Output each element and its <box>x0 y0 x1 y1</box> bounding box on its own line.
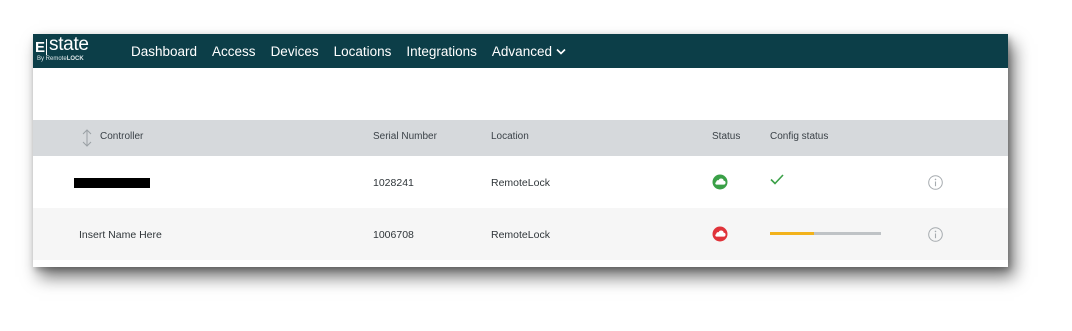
header-config-status: Config status <box>770 131 829 142</box>
header-status: Status <box>712 131 741 142</box>
info-icon[interactable] <box>928 227 943 242</box>
cloud-offline-icon <box>712 226 728 242</box>
logo-by-brand: LOCK <box>66 56 84 62</box>
logo-byline: By RemoteLOCK <box>37 56 84 63</box>
table-row[interactable]: 1028241 RemoteLock <box>33 156 1008 208</box>
nav-menu: Dashboard Access Devices Locations Integ… <box>131 44 581 59</box>
redacted-controller-name <box>74 178 150 188</box>
config-progress-bar <box>770 232 881 235</box>
header-serial-number: Serial Number <box>373 131 437 142</box>
controller-name-cell[interactable]: Insert Name Here <box>79 229 162 241</box>
chevron-down-icon <box>556 48 566 55</box>
app-window: E state By RemoteLOCK Dashboard Access D… <box>33 34 1008 267</box>
header-controller[interactable]: Controller <box>100 131 143 142</box>
nav-item-dashboard[interactable]: Dashboard <box>131 44 197 59</box>
table-row[interactable]: Insert Name Here 1006708 RemoteLock <box>33 208 1008 260</box>
nav-item-access[interactable]: Access <box>212 44 256 59</box>
location-cell: RemoteLock <box>491 229 550 241</box>
header-location: Location <box>491 131 529 142</box>
nav-item-advanced[interactable]: Advanced <box>492 44 566 59</box>
serial-number-cell: 1028241 <box>373 177 414 189</box>
nav-item-locations[interactable]: Locations <box>334 44 392 59</box>
cloud-online-icon <box>712 174 728 190</box>
logo-by-prefix: By Remote <box>37 56 67 62</box>
location-cell: RemoteLock <box>491 177 550 189</box>
table-header: Controller Serial Number Location Status… <box>33 120 1008 156</box>
config-progress-fill <box>770 232 815 235</box>
nav-item-advanced-label: Advanced <box>491 43 552 59</box>
logo-letter: E <box>35 39 46 56</box>
top-nav: E state By RemoteLOCK Dashboard Access D… <box>33 34 1008 68</box>
nav-item-devices[interactable]: Devices <box>271 44 319 59</box>
logo-divider <box>46 39 47 55</box>
serial-number-cell: 1006708 <box>373 229 414 241</box>
estate-logo[interactable]: E state By RemoteLOCK <box>33 34 123 68</box>
check-icon <box>770 174 784 185</box>
nav-item-integrations[interactable]: Integrations <box>406 44 477 59</box>
logo-name: state <box>49 34 89 55</box>
info-icon[interactable] <box>928 175 943 190</box>
sort-icon[interactable] <box>81 129 93 147</box>
